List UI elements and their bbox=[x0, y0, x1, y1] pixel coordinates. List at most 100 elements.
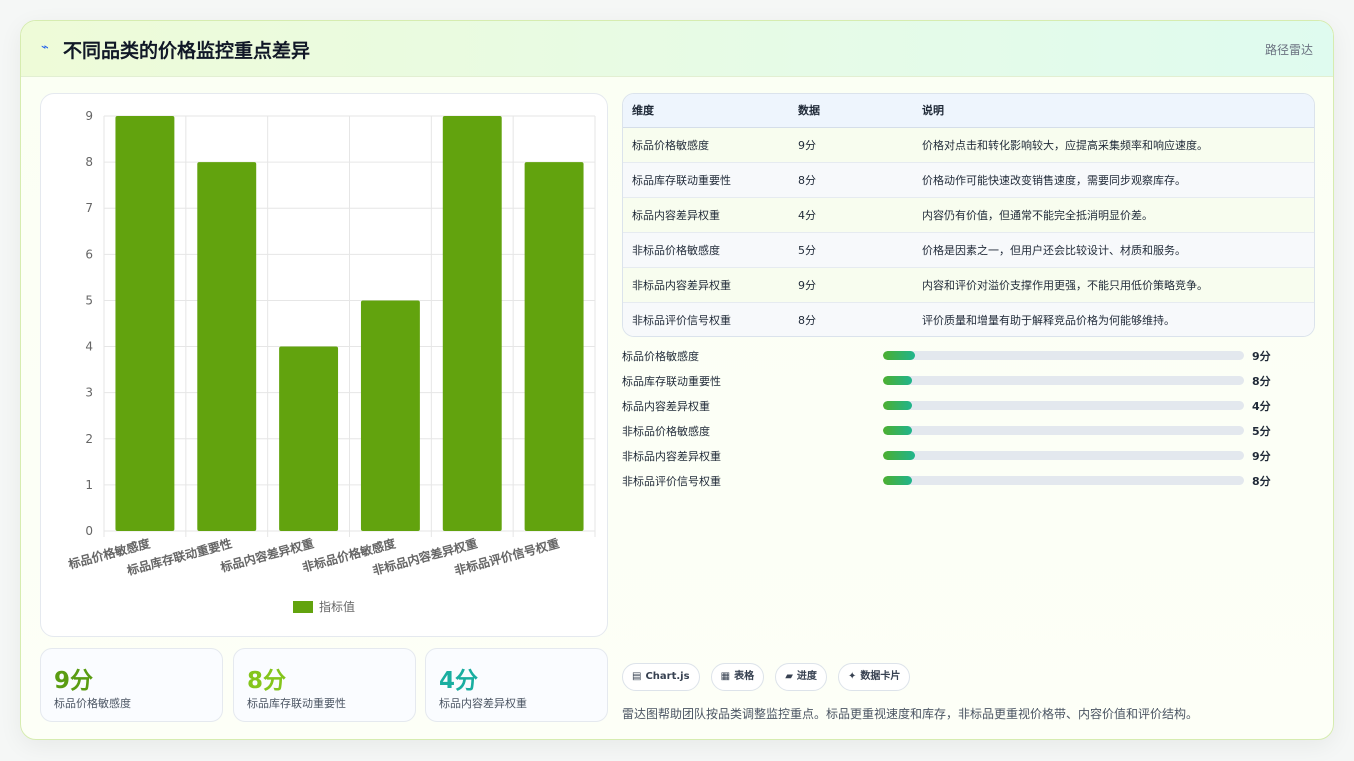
progress-row: 非标品价格敏感度 5分 bbox=[622, 421, 1282, 446]
x-tick-label: 标品内容差异权重 bbox=[218, 535, 316, 575]
progress-fill bbox=[883, 401, 912, 410]
table-cell: 内容仍有价值，但通常不能完全抵消明显价差。 bbox=[913, 197, 1314, 233]
progress-row: 标品内容差异权重 4分 bbox=[622, 396, 1282, 421]
progress-label: 非标品评价信号权重 bbox=[622, 475, 721, 488]
table-row: 非标品内容差异权重 9分 内容和评价对溢价支撑作用更强，不能只用低价策略竞争。 bbox=[623, 267, 1314, 303]
data-table: 维度 数据 说明 标品价格敏感度 9分 价格对点击和转化影响较大，应提高采集频率… bbox=[622, 93, 1315, 337]
table-header-data: 数据 bbox=[789, 94, 913, 128]
stat-value: 8分 bbox=[247, 668, 287, 694]
table-header-note: 说明 bbox=[913, 94, 1314, 128]
chip-label: 表格 bbox=[734, 671, 755, 682]
stat-value: 9分 bbox=[54, 668, 94, 694]
y-tick-label: 3 bbox=[85, 386, 93, 400]
table-cell: 标品库存联动重要性 bbox=[623, 162, 789, 198]
progress-fill bbox=[883, 476, 912, 485]
bar bbox=[360, 300, 420, 531]
y-tick-label: 1 bbox=[85, 478, 93, 492]
table-cell: 8分 bbox=[789, 162, 913, 198]
progress-fill bbox=[883, 426, 912, 435]
progress-label: 标品库存联动重要性 bbox=[622, 375, 721, 388]
chart-panel: 0 1 2 3 4 5 6 7 8 9 标品价格敏感度 标品库存联动重要性 标品内容差异权重 非标品价格敏… bbox=[40, 93, 608, 637]
progress-track bbox=[883, 401, 1244, 410]
progress-score: 8分 bbox=[1252, 375, 1271, 388]
stat-value: 4分 bbox=[439, 668, 479, 694]
page-title: 不同品类的价格监控重点差异 bbox=[63, 40, 311, 62]
progress-row: 非标品评价信号权重 8分 bbox=[622, 471, 1282, 496]
progress-row: 非标品内容差异权重 9分 bbox=[622, 446, 1282, 471]
chip-data-card[interactable]: ✦ 数据卡片 bbox=[838, 663, 911, 691]
bar bbox=[442, 116, 502, 531]
table-header-dimension: 维度 bbox=[623, 94, 789, 128]
y-tick-label: 0 bbox=[85, 524, 93, 538]
table-row: 非标品价格敏感度 5分 价格是因素之一，但用户还会比较设计、材质和服务。 bbox=[623, 232, 1314, 268]
table-cell: 9分 bbox=[789, 127, 913, 163]
header: ⌁ 不同品类的价格监控重点差异 路径雷达 bbox=[21, 21, 1333, 77]
stat-card: 4分 标品内容差异权重 bbox=[425, 648, 608, 722]
table-row: 非标品评价信号权重 8分 评价质量和增量有助于解释竞品价格为何能够维持。 bbox=[623, 302, 1314, 336]
progress-track bbox=[883, 451, 1244, 460]
table-row: 标品价格敏感度 9分 价格对点击和转化影响较大，应提高采集频率和响应速度。 bbox=[623, 127, 1314, 163]
table-cell: 非标品价格敏感度 bbox=[623, 232, 789, 268]
y-tick-label: 2 bbox=[85, 432, 93, 446]
progress-score: 5分 bbox=[1252, 425, 1271, 438]
chip-label: Chart.js bbox=[645, 671, 690, 682]
progress-fill bbox=[883, 376, 912, 385]
table-row: 标品内容差异权重 4分 内容仍有价值，但通常不能完全抵消明显价差。 bbox=[623, 197, 1314, 233]
table-cell: 5分 bbox=[789, 232, 913, 268]
chip-progress[interactable]: ▰ 进度 bbox=[775, 663, 827, 691]
progress-list: 标品价格敏感度 9分 标品库存联动重要性 8分 标品内容差异权重 4分 非标品价… bbox=[622, 346, 1282, 496]
main-card: ⌁ 不同品类的价格监控重点差异 路径雷达 0 1 2 3 4 5 6 7 8 9 标品价格敏感度 标品… bbox=[20, 20, 1334, 740]
bar bbox=[524, 162, 584, 531]
chip-chartjs[interactable]: ▤ Chart.js bbox=[622, 663, 700, 691]
table-header-row: 维度 数据 说明 bbox=[623, 94, 1314, 128]
table-cell: 价格是因素之一，但用户还会比较设计、材质和服务。 bbox=[913, 232, 1314, 268]
y-tick-label: 4 bbox=[85, 340, 93, 354]
table-icon: ▦ bbox=[720, 671, 731, 682]
table-cell: 价格对点击和转化影响较大，应提高采集频率和响应速度。 bbox=[913, 127, 1314, 163]
progress-score: 4分 bbox=[1252, 400, 1271, 413]
y-tick-label: 6 bbox=[85, 247, 93, 261]
bar-chart: 0123456789标品价格敏感度标品库存联动重要性标品内容差异权重非标品价格敏… bbox=[66, 109, 596, 614]
progress-track bbox=[883, 351, 1244, 360]
header-tag: 路径雷达 bbox=[1264, 43, 1313, 57]
chip-label: 数据卡片 bbox=[860, 671, 901, 682]
progress-score: 9分 bbox=[1252, 350, 1271, 363]
table-cell: 非标品评价信号权重 bbox=[623, 302, 789, 336]
y-tick-label: 7 bbox=[85, 201, 93, 215]
progress-label: 标品价格敏感度 bbox=[622, 350, 699, 363]
progress-track bbox=[883, 376, 1244, 385]
progress-score: 9分 bbox=[1252, 450, 1271, 463]
chart-icon: ▤ bbox=[632, 671, 642, 682]
sparkle-icon: ✦ bbox=[848, 671, 857, 682]
tech-chips: ▤ Chart.js ▦ 表格 ▰ 进度 ✦ 数据卡片 bbox=[622, 663, 916, 691]
progress-label: 非标品内容差异权重 bbox=[622, 450, 721, 463]
table-row: 标品库存联动重要性 8分 价格动作可能快速改变销售速度，需要同步观察库存。 bbox=[623, 162, 1314, 198]
table-cell: 9分 bbox=[789, 267, 913, 303]
stat-card: 8分 标品库存联动重要性 bbox=[233, 648, 416, 722]
caption: 雷达图帮助团队按品类调整监控重点。标品更重视速度和库存，非标品更重视价格带、内容… bbox=[622, 707, 1199, 721]
progress-score: 8分 bbox=[1252, 475, 1271, 488]
table-cell: 非标品内容差异权重 bbox=[623, 267, 789, 303]
progress-fill bbox=[883, 351, 916, 360]
y-tick-label: 5 bbox=[85, 293, 93, 307]
table-cell: 8分 bbox=[789, 302, 913, 336]
chip-table[interactable]: ▦ 表格 bbox=[710, 663, 765, 691]
progress-fill bbox=[883, 451, 916, 460]
progress-row: 标品价格敏感度 9分 bbox=[622, 346, 1282, 371]
stat-label: 标品库存联动重要性 bbox=[247, 697, 346, 710]
progress-label: 标品内容差异权重 bbox=[622, 400, 710, 413]
progress-icon: ▰ bbox=[785, 671, 793, 682]
y-tick-label: 9 bbox=[85, 109, 93, 123]
pulse-icon: ⌁ bbox=[41, 40, 49, 55]
bar bbox=[197, 162, 257, 531]
table-cell: 内容和评价对溢价支撑作用更强，不能只用低价策略竞争。 bbox=[913, 267, 1314, 303]
stat-card: 9分 标品价格敏感度 bbox=[40, 648, 223, 722]
stat-label: 标品内容差异权重 bbox=[439, 697, 527, 710]
table-cell: 标品价格敏感度 bbox=[623, 127, 789, 163]
bar bbox=[115, 116, 175, 531]
stat-label: 标品价格敏感度 bbox=[54, 697, 131, 710]
progress-track bbox=[883, 426, 1244, 435]
progress-row: 标品库存联动重要性 8分 bbox=[622, 371, 1282, 396]
chip-label: 进度 bbox=[796, 671, 817, 682]
progress-track bbox=[883, 476, 1244, 485]
